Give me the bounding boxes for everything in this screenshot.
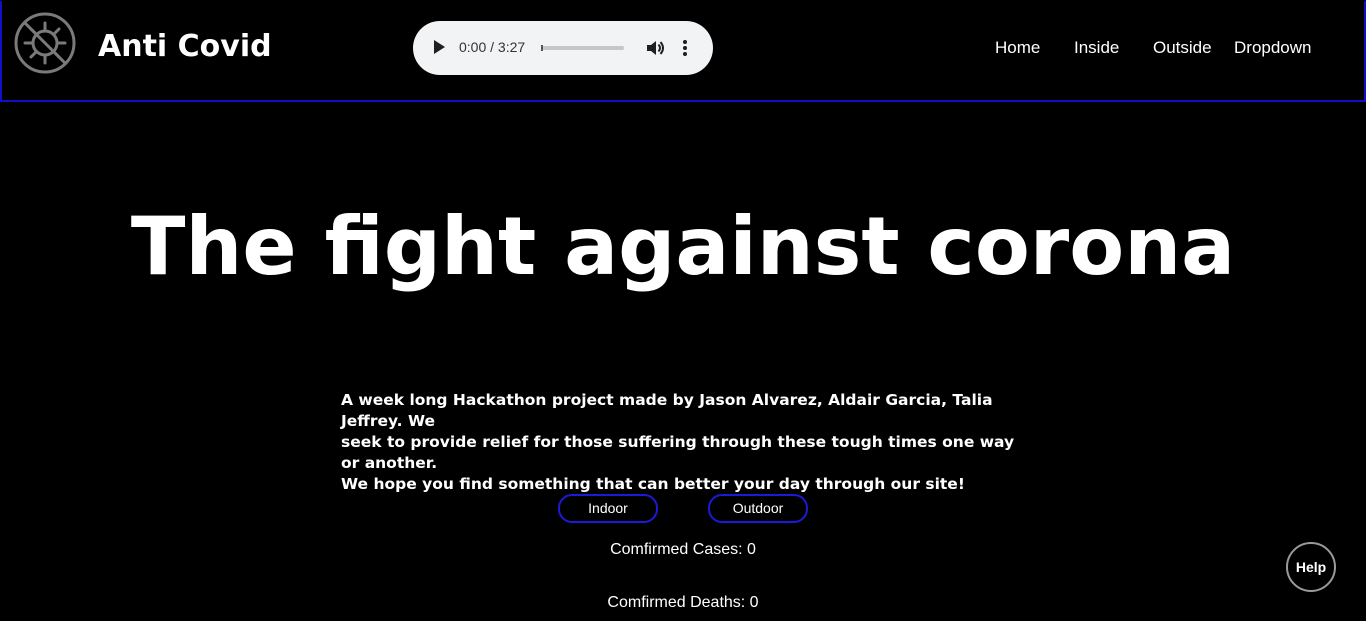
intro-text: A week long Hackathon project made by Ja… xyxy=(341,390,1031,495)
no-virus-icon[interactable] xyxy=(12,10,78,76)
volume-icon[interactable] xyxy=(645,38,665,58)
outdoor-button[interactable]: Outdoor xyxy=(708,494,808,523)
hero-title: The fight against corona xyxy=(130,200,1236,293)
play-icon[interactable] xyxy=(434,40,445,54)
more-options-icon[interactable] xyxy=(681,38,689,58)
intro-line: seek to provide relief for those sufferi… xyxy=(341,433,1015,472)
nav-dropdown[interactable]: Dropdown xyxy=(1234,38,1312,58)
audio-progress-bar[interactable] xyxy=(542,46,624,50)
intro-line: We hope you find something that can bett… xyxy=(341,475,965,493)
confirmed-deaths: Comfirmed Deaths: 0 xyxy=(607,594,759,611)
help-button[interactable]: Help xyxy=(1286,542,1336,592)
nav-inside[interactable]: Inside xyxy=(1074,38,1119,58)
nav-home[interactable]: Home xyxy=(995,38,1040,58)
confirmed-cases: Comfirmed Cases: 0 xyxy=(610,541,756,558)
audio-progress-thumb[interactable] xyxy=(541,45,543,51)
audio-time: 0:00 / 3:27 xyxy=(459,39,526,55)
navbar: Anti Covid 0:00 / 3:27 Home Inside Outsi… xyxy=(0,0,1366,102)
indoor-button[interactable]: Indoor xyxy=(558,494,658,523)
audio-player[interactable]: 0:00 / 3:27 xyxy=(413,21,713,75)
intro-line: A week long Hackathon project made by Ja… xyxy=(341,391,993,430)
brand-title: Anti Covid xyxy=(98,29,272,64)
nav-outside[interactable]: Outside xyxy=(1153,38,1212,58)
